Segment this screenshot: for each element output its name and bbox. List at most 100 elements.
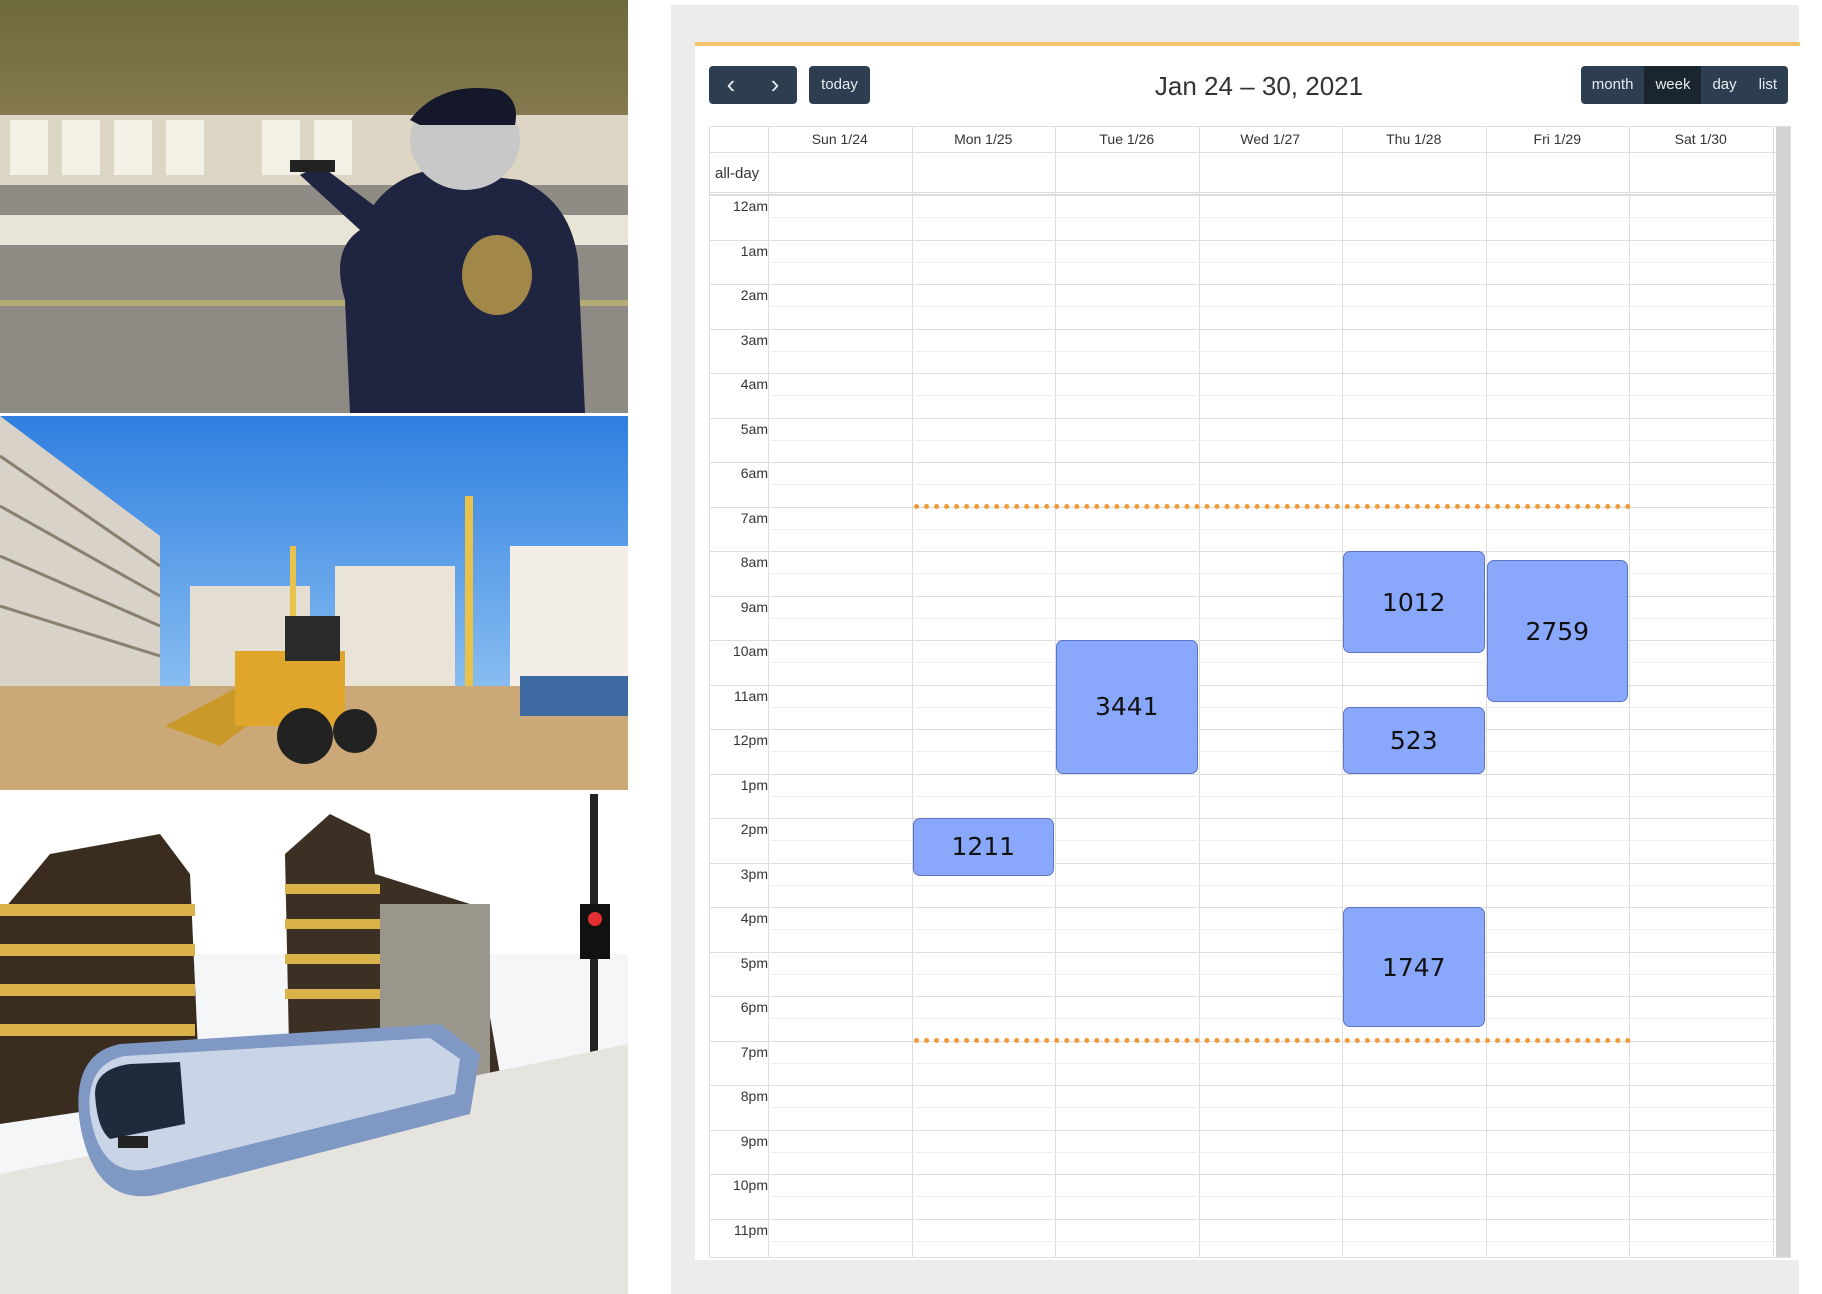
shooter-photo	[0, 0, 628, 413]
column-divider	[911, 127, 913, 1257]
hour-line	[710, 551, 1776, 552]
column-divider	[1772, 127, 1774, 1257]
half-hour-line	[768, 217, 1776, 219]
time-label: 9am	[740, 598, 768, 615]
view-switcher: month week day list	[1580, 66, 1788, 104]
allday-label: all-day	[715, 165, 760, 182]
hour-line	[710, 373, 1776, 374]
time-label: 9pm	[740, 1132, 768, 1149]
tram-photo	[0, 794, 628, 1294]
calendar-event[interactable]: 2759	[1486, 559, 1628, 703]
hour-line	[710, 462, 1776, 463]
calendar-event[interactable]: 1211	[912, 818, 1054, 876]
photo-column	[0, 0, 628, 1294]
hour-line	[710, 1174, 1776, 1175]
view-day-button[interactable]: day	[1701, 66, 1748, 104]
calendar-toolbar: ‹ › today Jan 24 – 30, 2021 month week d…	[709, 66, 1788, 106]
calendar-event[interactable]: 1012	[1343, 551, 1485, 654]
calendar-event[interactable]: 523	[1343, 706, 1485, 774]
half-hour-line	[768, 350, 1776, 352]
hour-line	[710, 284, 1776, 285]
time-label: 4am	[740, 376, 768, 392]
hour-line	[710, 1129, 1776, 1131]
half-hour-line	[768, 1107, 1776, 1109]
chevron-left-icon: ‹	[726, 69, 736, 99]
half-hour-line	[768, 306, 1776, 308]
view-week-button[interactable]: week	[1644, 66, 1702, 104]
day-header: Tue 1/26	[1099, 131, 1155, 147]
time-label: 5am	[740, 420, 768, 437]
half-hour-line	[768, 884, 1776, 886]
view-list-button[interactable]: list	[1747, 66, 1788, 104]
hour-line	[710, 239, 1776, 241]
section-divider	[710, 152, 1776, 153]
hour-line	[710, 862, 1776, 864]
scrollbar[interactable]	[1776, 127, 1790, 1257]
column-divider	[1629, 127, 1630, 1257]
day-header: Fri 1/29	[1533, 131, 1581, 147]
day-header: Mon 1/25	[954, 131, 1013, 147]
hour-line	[710, 951, 1776, 953]
time-label: 11pm	[734, 1221, 768, 1238]
hour-line	[710, 1218, 1776, 1220]
time-label: 1am	[740, 242, 768, 259]
hour-line	[710, 195, 1776, 196]
day-header: Wed 1/27	[1240, 131, 1301, 147]
week-grid: all-day Sun 1/24 Mon 1/25 Tue 1/26 Wed 1/27…	[709, 126, 1791, 1258]
hour-line	[710, 773, 1776, 775]
calendar-event[interactable]: 3441	[1056, 640, 1198, 774]
calendar: ‹ › today Jan 24 – 30, 2021 month week d…	[695, 42, 1800, 1260]
time-label: 12am	[732, 198, 768, 214]
marker-line	[913, 503, 1631, 509]
time-label: 10pm	[732, 1177, 768, 1193]
marker-line	[913, 1037, 1631, 1043]
time-label: 7am	[740, 509, 768, 526]
half-hour-line	[768, 1062, 1776, 1064]
half-hour-line	[768, 929, 1776, 931]
half-hour-line	[768, 706, 1776, 708]
half-hour-line	[768, 1151, 1776, 1153]
column-divider	[1198, 127, 1200, 1257]
construction-photo	[0, 416, 628, 790]
hour-line	[710, 907, 1776, 908]
time-label: 6pm	[740, 999, 768, 1015]
chevron-right-icon: ›	[770, 69, 780, 99]
time-label: 4pm	[740, 910, 768, 926]
prev-button[interactable]: ‹	[709, 66, 753, 104]
time-label: 8am	[740, 554, 768, 570]
hour-line	[710, 729, 1776, 730]
half-hour-line	[768, 973, 1776, 975]
time-label: 2pm	[740, 821, 768, 837]
half-hour-line	[768, 439, 1776, 441]
half-hour-line	[768, 395, 1776, 397]
time-label: 1pm	[740, 776, 768, 793]
half-hour-line	[768, 484, 1776, 486]
column-divider	[768, 127, 769, 1257]
calendar-event[interactable]: 1747	[1343, 907, 1485, 1028]
time-label: 7pm	[740, 1043, 768, 1060]
half-hour-line	[768, 1018, 1776, 1020]
column-divider	[1342, 127, 1343, 1257]
view-month-button[interactable]: month	[1580, 66, 1645, 104]
hour-line	[710, 818, 1776, 819]
hour-line	[710, 328, 1776, 330]
time-label: 12pm	[732, 732, 768, 748]
time-label: 2am	[740, 287, 768, 303]
half-hour-line	[768, 795, 1776, 797]
day-header: Sat 1/30	[1674, 131, 1727, 147]
hour-line	[710, 996, 1776, 997]
day-header: Thu 1/28	[1386, 131, 1442, 147]
half-hour-line	[768, 751, 1776, 753]
day-header: Sun 1/24	[811, 131, 868, 147]
half-hour-line	[768, 1196, 1776, 1198]
next-button[interactable]: ›	[753, 66, 797, 104]
time-label: 10am	[732, 643, 768, 659]
half-hour-line	[768, 528, 1776, 530]
hour-line	[710, 417, 1776, 419]
time-label: 5pm	[740, 954, 768, 971]
time-label: 6am	[740, 465, 768, 481]
time-label: 8pm	[740, 1088, 768, 1104]
half-hour-line	[768, 1240, 1776, 1242]
today-button[interactable]: today	[809, 66, 870, 104]
calendar-title: Jan 24 – 30, 2021	[1154, 71, 1364, 101]
